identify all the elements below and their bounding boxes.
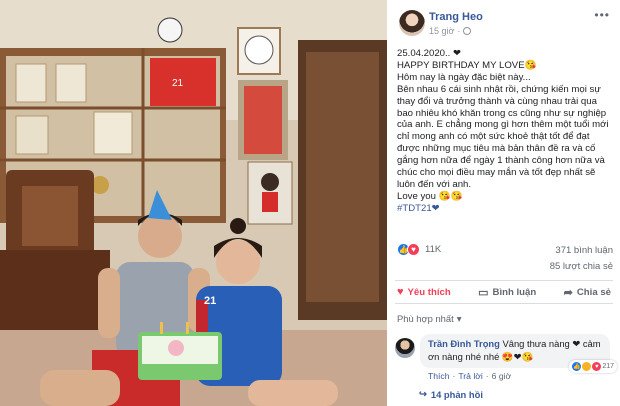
reactions-count: 11K	[425, 244, 442, 255]
comments-count[interactable]: 371 bình luận	[555, 245, 613, 256]
comment-reaction-count: 217	[602, 363, 614, 370]
reply-arrow-icon: ↪	[419, 388, 427, 399]
svg-text:21: 21	[172, 78, 184, 89]
dot-separator: ·	[452, 371, 456, 381]
more-options-icon[interactable]: •••	[594, 8, 610, 22]
like-button-label: Yêu thích	[407, 286, 451, 298]
photo-illustration: 21 21	[0, 0, 387, 406]
comment-button[interactable]: ▭ Bình luận	[478, 286, 536, 299]
like-button[interactable]: ♥ Yêu thích	[397, 286, 451, 298]
share-button-label: Chia sẻ	[576, 286, 611, 298]
dot-separator: ·	[485, 371, 489, 381]
view-replies-link[interactable]: ↪ 14 phản hồi	[419, 388, 483, 400]
comment-reactions[interactable]: 👍 ♥ 217	[569, 360, 617, 373]
post-stats: 👍 ♥ 11K 371 bình luận 85 lượt chia sẻ	[387, 242, 620, 278]
post-hashtag[interactable]: #TDT21❤	[397, 203, 615, 215]
heart-icon: ♥	[397, 286, 404, 298]
post-time[interactable]: 15 giờ	[429, 26, 454, 36]
commenter-name[interactable]: Trần Đình Trọng	[428, 338, 500, 349]
post-actions: ♥ Yêu thích ▭ Bình luận ➦ Chia sẻ	[395, 280, 613, 304]
shares-count[interactable]: 85 lượt chia sẻ	[550, 261, 613, 272]
comment-icon: ▭	[478, 286, 489, 299]
comment-time[interactable]: 6 giờ	[492, 371, 512, 381]
post-line-message: Bên nhau 6 cái sinh nhật rồi, chứng kiến…	[397, 83, 609, 190]
post-photo[interactable]: 21 21	[0, 0, 387, 406]
globe-icon	[463, 27, 472, 35]
comment-actions: Thích · Trả lời · 6 giờ	[428, 371, 511, 381]
comment-button-label: Bình luận	[492, 286, 537, 298]
post-panel: Trang Heo 15 giờ · ••• 25.04.2020.. ❤ HA…	[387, 0, 620, 406]
svg-text:21: 21	[204, 295, 216, 307]
comment-reply-link[interactable]: Trả lời	[458, 371, 482, 381]
post-meta: 15 giờ ·	[429, 26, 472, 36]
author-name[interactable]: Trang Heo	[429, 11, 483, 23]
love-reaction-icon: ♥	[592, 362, 602, 371]
comment-like-link[interactable]: Thích	[428, 371, 450, 381]
replies-label: 14 phản hồi	[430, 388, 483, 400]
post-line-intro: Hôm nay là ngày đặc biệt này...	[397, 71, 531, 83]
dot-separator: ·	[457, 26, 461, 36]
comments-sort-dropdown[interactable]: Phù hợp nhất ▾	[397, 313, 461, 325]
post-line-love: Love you 😘😘	[397, 190, 463, 202]
post-line-greeting: HAPPY BIRTHDAY MY LOVE😘	[397, 59, 537, 71]
haha-reaction-icon	[582, 362, 592, 371]
author-avatar[interactable]	[399, 10, 425, 36]
share-icon: ➦	[563, 286, 573, 299]
commenter-avatar[interactable]	[395, 338, 415, 358]
like-reaction-icon: 👍	[572, 362, 582, 371]
post-header: Trang Heo 15 giờ · •••	[387, 0, 620, 40]
love-reaction-icon: ♥	[407, 243, 420, 256]
reactions-summary[interactable]: 👍 ♥ 11K	[397, 243, 441, 256]
post-line-date: 25.04.2020.. ❤	[397, 48, 462, 59]
post-body: 25.04.2020.. ❤ HAPPY BIRTHDAY MY LOVE😘 H…	[397, 48, 615, 215]
sort-label: Phù hợp nhất	[397, 313, 454, 324]
share-button[interactable]: ➦ Chia sẻ	[564, 286, 611, 299]
chevron-down-icon: ▾	[456, 313, 462, 324]
